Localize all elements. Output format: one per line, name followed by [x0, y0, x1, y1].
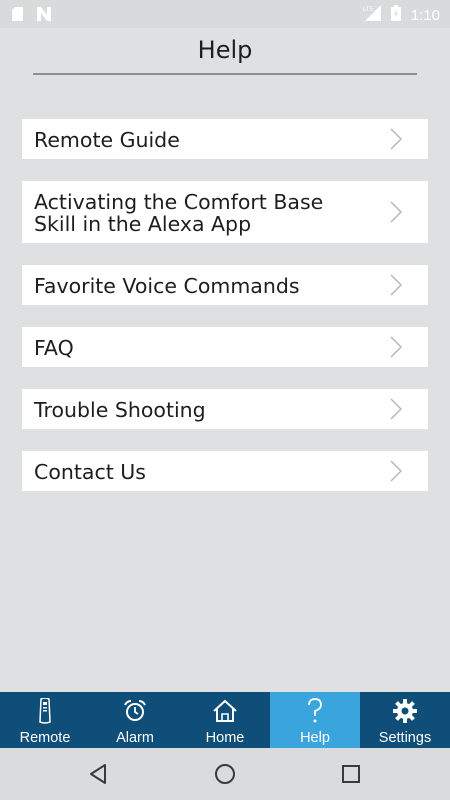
home-circle-icon[interactable]	[213, 762, 237, 786]
alarm-clock-icon	[123, 698, 147, 724]
tab-label: Home	[205, 730, 245, 746]
menu-item-activating-alexa-skill[interactable]: Activating the Comfort Base Skill in the…	[22, 181, 428, 243]
menu-item-faq[interactable]: FAQ	[22, 327, 428, 367]
notification-n-icon	[37, 6, 51, 25]
status-right: LTE 1:10	[363, 5, 440, 25]
menu-item-label: Remote Guide	[34, 128, 180, 152]
home-icon	[212, 698, 238, 724]
tab-label: Settings	[378, 730, 432, 746]
menu-item-label: FAQ	[34, 336, 74, 360]
menu-item-label: Favorite Voice Commands	[34, 274, 300, 298]
question-mark-icon	[307, 698, 323, 724]
remote-icon	[39, 698, 51, 724]
tab-remote[interactable]: Remote	[0, 692, 90, 748]
chevron-right-icon	[390, 336, 402, 358]
title-divider	[33, 73, 417, 75]
chevron-right-icon	[390, 201, 402, 223]
help-menu-list: Remote Guide Activating the Comfort Base…	[22, 119, 428, 513]
recents-square-icon[interactable]	[339, 762, 363, 786]
chevron-right-icon	[390, 274, 402, 296]
bottom-tab-bar: Remote Alarm Home Help Settings	[0, 692, 450, 748]
gear-icon	[393, 698, 417, 724]
page-title: Help	[197, 36, 253, 64]
menu-item-remote-guide[interactable]: Remote Guide	[22, 119, 428, 159]
tab-home[interactable]: Home	[180, 692, 270, 748]
status-time: 1:10	[410, 6, 440, 24]
system-nav-bar	[0, 748, 450, 800]
menu-item-contact-us[interactable]: Contact Us	[22, 451, 428, 491]
status-left	[12, 6, 51, 25]
menu-item-label: Trouble Shooting	[34, 398, 206, 422]
menu-item-favorite-voice-commands[interactable]: Favorite Voice Commands	[22, 265, 428, 305]
tab-label: Remote	[19, 730, 71, 746]
status-bar: LTE 1:10	[0, 0, 450, 28]
chevron-right-icon	[390, 398, 402, 420]
svg-text:LTE: LTE	[363, 7, 374, 13]
tab-alarm[interactable]: Alarm	[90, 692, 180, 748]
chevron-right-icon	[390, 460, 402, 482]
chevron-right-icon	[390, 128, 402, 150]
battery-icon	[390, 5, 401, 25]
tab-help[interactable]: Help	[270, 692, 360, 748]
menu-item-trouble-shooting[interactable]: Trouble Shooting	[22, 389, 428, 429]
lte-signal-icon: LTE	[363, 5, 381, 25]
tab-label: Help	[300, 730, 330, 746]
menu-item-label: Contact Us	[34, 460, 146, 484]
tab-label: Alarm	[116, 730, 154, 746]
menu-item-label: Activating the Comfort Base Skill in the…	[34, 190, 324, 236]
sd-card-icon	[12, 6, 23, 25]
tab-settings[interactable]: Settings	[360, 692, 450, 748]
back-icon[interactable]	[86, 762, 110, 786]
